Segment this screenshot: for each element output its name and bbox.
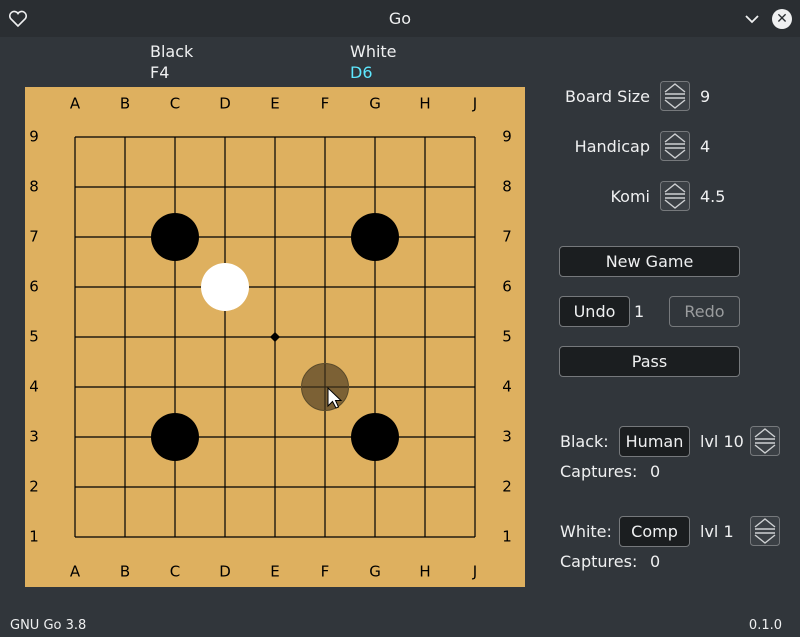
black-player-type-button[interactable]: Human [619,426,690,457]
row-label-left: 2 [29,478,39,496]
row-label-left: 8 [29,178,39,196]
handicap-value: 4 [700,137,711,156]
row-label-left: 9 [29,128,39,146]
row-label-right: 5 [502,328,512,346]
undo-button[interactable]: Undo [559,296,630,327]
komi-value: 4.5 [700,187,726,206]
board-size-value: 9 [700,87,711,106]
app-version: 0.1.0 [748,618,782,633]
white-captures-label: Captures: [560,552,638,571]
handicap-label: Handicap [574,137,650,156]
column-label-top: H [419,95,430,113]
column-label-top: E [270,95,279,113]
go-board[interactable]: A A B B C C D D E E F F G G H H J J 9 9 8 8 7 7 6 6 5 5 4 4 3 3 2 2 1 1 [25,87,525,587]
row-label-left: 6 [29,278,39,296]
column-label-top: B [120,95,130,113]
column-label-top: J [472,95,477,113]
row-label-right: 9 [502,128,512,146]
board-size-spinner[interactable] [660,81,690,111]
up-down-arrows-icon[interactable] [660,131,690,161]
column-label-bottom: B [120,563,130,581]
white-captures-value: 0 [650,552,661,571]
row-label-right: 6 [502,278,512,296]
row-label-right: 3 [502,428,512,446]
hover-stone-preview [301,363,349,411]
white-moves-label: White [350,42,397,61]
black-stone [351,213,399,261]
black-level-value: lvl 10 [700,432,744,451]
column-label-bottom: J [472,563,477,581]
column-label-bottom: E [270,563,279,581]
up-down-arrows-icon[interactable] [750,516,780,546]
black-stone [151,413,199,461]
white-level-spinner[interactable] [750,516,780,546]
column-label-top: F [321,95,330,113]
row-label-left: 4 [29,378,39,396]
row-label-left: 5 [29,328,39,346]
white-level-value: lvl 1 [700,522,734,541]
black-moves-label: Black [150,42,194,61]
column-label-top: D [219,95,231,113]
board-size-label: Board Size [565,87,650,106]
black-stone [351,413,399,461]
column-label-bottom: G [369,563,381,581]
row-label-right: 4 [502,378,512,396]
engine-version: GNU Go 3.8 [10,618,87,633]
go-board-canvas[interactable]: A A B B C C D D E E F F G G H H J J 9 9 8 8 7 7 6 6 5 5 4 4 3 3 2 2 1 1 [25,87,525,587]
black-captures-label: Captures: [560,462,638,481]
title-bar: Go ✕ [0,0,800,37]
column-label-top: A [70,95,81,113]
new-game-button[interactable]: New Game [559,246,740,277]
white-last-move: D6 [350,63,373,82]
column-label-top: C [170,95,180,113]
close-icon[interactable]: ✕ [771,8,793,30]
up-down-arrows-icon[interactable] [660,181,690,211]
column-label-top: G [369,95,381,113]
row-label-right: 2 [502,478,512,496]
black-level-spinner[interactable] [750,426,780,456]
window-title: Go [388,9,412,28]
column-label-bottom: A [70,563,81,581]
white-player-type-button[interactable]: Comp [619,516,690,547]
komi-spinner[interactable] [660,181,690,211]
komi-label: Komi [610,187,650,206]
redo-button[interactable]: Redo [669,296,740,327]
black-last-move: F4 [150,63,170,82]
pass-button[interactable]: Pass [559,346,740,377]
row-label-right: 7 [502,228,512,246]
black-player-label: Black: [560,432,609,451]
column-label-bottom: F [321,563,330,581]
up-down-arrows-icon[interactable] [660,81,690,111]
handicap-spinner[interactable] [660,131,690,161]
undo-count: 1 [634,302,645,321]
row-label-left: 1 [29,528,39,546]
star-point [270,332,280,342]
column-label-bottom: C [170,563,180,581]
white-player-label: White: [560,522,612,541]
chevron-down-icon[interactable] [741,8,763,30]
up-down-arrows-icon[interactable] [750,426,780,456]
row-label-left: 7 [29,228,39,246]
black-stone [151,213,199,261]
row-label-right: 8 [502,178,512,196]
row-label-right: 1 [502,528,512,546]
column-label-bottom: H [419,563,430,581]
column-label-bottom: D [219,563,231,581]
row-label-left: 3 [29,428,39,446]
black-captures-value: 0 [650,462,661,481]
white-stone [201,263,249,311]
